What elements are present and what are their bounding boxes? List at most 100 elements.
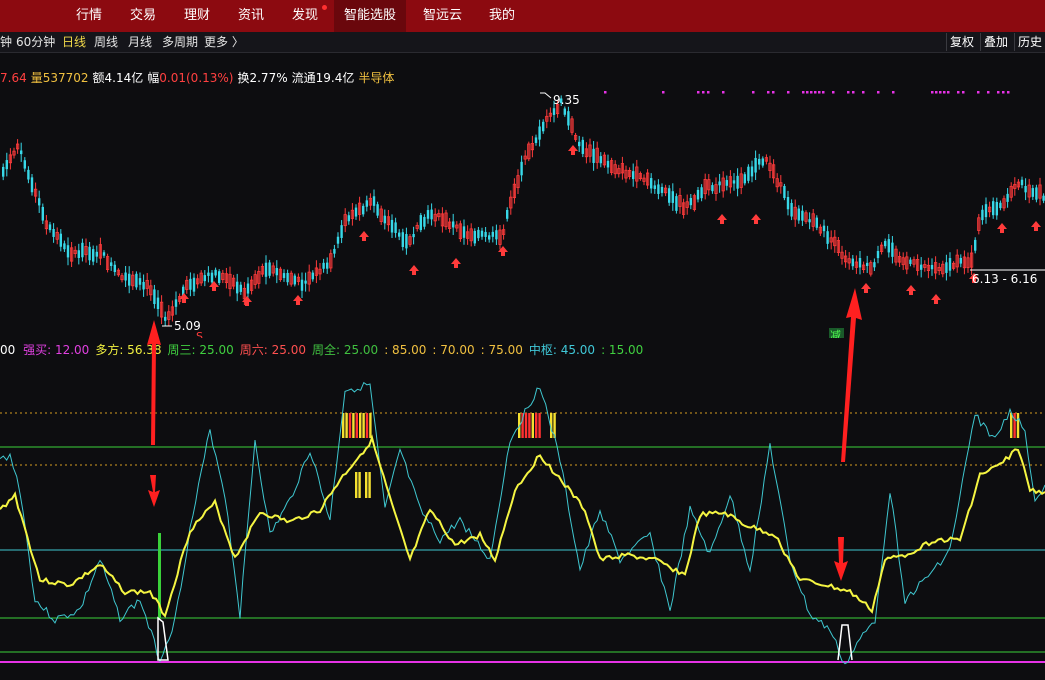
history-button[interactable]: 历史 [1014, 33, 1045, 51]
signal-bar [352, 413, 355, 438]
buy-arrow-icon [906, 285, 916, 295]
period-monthly-tab[interactable]: 月线 [128, 32, 152, 52]
candle-body [632, 171, 635, 180]
signal-dot [1007, 91, 1010, 94]
signal-dot [977, 91, 980, 94]
high-price-label: 9.35 [553, 93, 580, 107]
yellow-main-line [0, 434, 1045, 618]
indicator-item: 周三: 25.00 [167, 343, 234, 357]
signal-bar [359, 413, 362, 438]
candle-body [826, 231, 829, 244]
candle-body [743, 174, 746, 184]
candle-body [891, 242, 894, 257]
ind-lead: 00 [0, 343, 16, 357]
signal-dot [662, 91, 665, 94]
candle-body [218, 271, 221, 283]
candle-body [365, 200, 368, 207]
signal-dots [604, 91, 1010, 94]
signal-bar [348, 413, 352, 438]
buy-arrow-icon [209, 281, 219, 291]
candle-body [974, 239, 977, 251]
signal-bar [362, 413, 365, 438]
signal-bar [531, 413, 534, 438]
signal-bar [535, 413, 538, 438]
signal-dot [1002, 91, 1005, 94]
indicator-item: : 85.00 [384, 343, 427, 357]
signal-bar [524, 413, 528, 438]
candle-body [135, 273, 138, 288]
candle-body [1042, 195, 1045, 201]
signal-bar [369, 413, 372, 438]
signal-dot [847, 91, 850, 94]
sector-link[interactable]: 半导体 [358, 70, 394, 86]
candle-body [326, 262, 329, 269]
signal-dot [806, 91, 809, 94]
candle-body [304, 280, 307, 284]
candle-body [552, 108, 556, 115]
candles [2, 95, 1045, 327]
candle-body [5, 160, 8, 170]
overlay-button[interactable]: 叠加 [980, 33, 1011, 51]
signal-dot [810, 91, 813, 94]
candle-body [801, 210, 804, 221]
signal-dot [962, 91, 965, 94]
signal-dot [931, 91, 934, 94]
candle-body [59, 233, 62, 247]
candle-body [876, 250, 880, 259]
candle-body [1035, 187, 1038, 200]
signal-dot [822, 91, 825, 94]
candle-body [77, 250, 80, 258]
candle-body [689, 197, 692, 206]
candle-body [430, 209, 433, 220]
candle-body [718, 181, 721, 186]
candle-body [657, 184, 660, 194]
candle-body [95, 251, 98, 257]
signal-bar [1010, 413, 1013, 438]
indicator-item: : 15.00 [601, 343, 644, 357]
candle-body [992, 201, 995, 216]
candle-body [1006, 193, 1009, 202]
quote-info-line: 7.64 量537702 额4.14亿 幅0.01(0.13%) 换2.77% 流通19.… [0, 70, 398, 86]
candle-body [275, 268, 278, 276]
period-weekly-tab[interactable]: 周线 [94, 32, 118, 52]
candle-body [873, 262, 876, 268]
period-60min-tab[interactable]: 60分钟 [16, 32, 55, 52]
candle-body [696, 189, 700, 200]
candle-body [282, 273, 286, 278]
candle-body [822, 225, 826, 232]
candle-body [592, 148, 595, 163]
candle-body [88, 246, 91, 261]
signal-dot [877, 91, 880, 94]
candle-body [606, 160, 610, 168]
high-marker: 9.35 [540, 92, 580, 107]
nav-discover[interactable]: 发现 [292, 0, 318, 32]
candle-body [239, 284, 242, 292]
nav-smart-stock-picking[interactable]: 智能选股 [334, 0, 407, 32]
period-more-menu[interactable]: 更多 〉 [204, 32, 244, 52]
period-min-tab[interactable]: 钟 [0, 32, 12, 52]
nav-market[interactable]: 行情 [76, 0, 102, 32]
candlestick-chart[interactable]: 9.35 5.09 6.13 - 6.16 S 减 [0, 88, 1045, 338]
nav-mine[interactable]: 我的 [489, 0, 515, 32]
candle-body [758, 158, 761, 165]
candle-body [538, 126, 541, 140]
nav-news[interactable]: 资讯 [238, 0, 264, 32]
indicator-chart[interactable] [0, 360, 1045, 680]
period-daily-tab[interactable]: 日线 [62, 32, 86, 52]
signal-bar [358, 472, 361, 498]
period-toolbar: 钟 60分钟 日线 周线 月线 多周期 更多 〉 复权 叠加 历史 [0, 32, 1045, 53]
signal-dot [752, 91, 755, 94]
candle-body [747, 166, 750, 181]
signal-dot [943, 91, 946, 94]
buy-arrow-icon [409, 265, 419, 275]
candle-body [851, 258, 854, 267]
last-price: 7.64 [0, 71, 27, 85]
period-multi-tab[interactable]: 多周期 [162, 32, 198, 52]
nav-zhiyuan-cloud[interactable]: 智远云 [423, 0, 462, 32]
nav-trade[interactable]: 交易 [130, 0, 156, 32]
signal-bar [365, 472, 368, 498]
notification-dot [322, 5, 327, 10]
adjust-button[interactable]: 复权 [946, 33, 977, 51]
candle-body [858, 257, 862, 268]
nav-finance[interactable]: 理财 [184, 0, 210, 32]
